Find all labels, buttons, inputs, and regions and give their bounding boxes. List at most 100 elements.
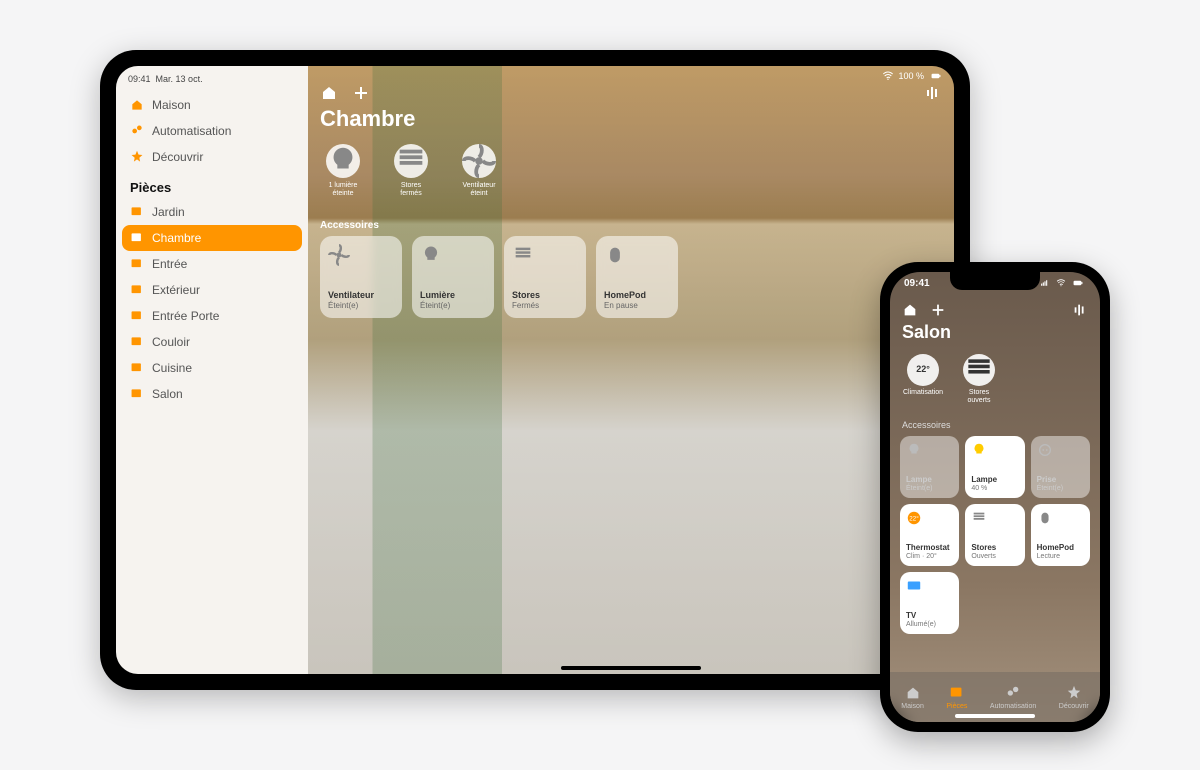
accessory-tile-lumière[interactable]: Lumière Éteint(e) [412, 236, 494, 318]
blinds-icon [512, 244, 534, 266]
home-indicator[interactable] [561, 666, 701, 670]
star-icon [130, 150, 144, 164]
sidebar-nav-maison[interactable]: Maison [116, 92, 308, 118]
sidebar-nav-label: Automatisation [152, 124, 231, 138]
sidebar-nav-automatisation[interactable]: Automatisation [116, 118, 308, 144]
accessory-tile-stores[interactable]: Stores Fermés [504, 236, 586, 318]
bulb-icon [326, 144, 360, 178]
tile-status: Fermés [512, 301, 578, 310]
tile-status: Clim · 20° [906, 553, 953, 560]
sidebar-room-entrée[interactable]: Entrée [116, 251, 308, 277]
home-icon[interactable] [902, 302, 918, 318]
add-icon[interactable] [930, 302, 946, 318]
scene-button[interactable]: Ventilateur éteint [456, 144, 502, 197]
sidebar-room-entrée porte[interactable]: Entrée Porte [116, 303, 308, 329]
tab-pièces[interactable]: Pièces [946, 685, 967, 710]
tile-label: Prise [1037, 476, 1084, 485]
accessory-tile-prise[interactable]: Prise Éteint(e) [1031, 436, 1090, 498]
iphone-time: 09:41 [904, 278, 930, 289]
sidebar-room-label: Extérieur [152, 283, 200, 297]
tile-status: Allumé(e) [906, 621, 953, 628]
sidebar-room-chambre[interactable]: Chambre [122, 225, 302, 251]
battery-icon [928, 71, 944, 81]
tab-label: Pièces [946, 703, 967, 710]
tile-status: Éteint(e) [420, 301, 486, 310]
tab-automatisation[interactable]: Automatisation [990, 685, 1036, 710]
sidebar-room-extérieur[interactable]: Extérieur [116, 277, 308, 303]
tile-label: TV [906, 612, 953, 621]
ipad-toolbar-right [924, 84, 942, 102]
broadcast-icon[interactable] [924, 84, 942, 102]
blinds-icon [971, 510, 987, 526]
iphone-notch [950, 272, 1040, 290]
scene-line1: Ventilateur [462, 182, 495, 190]
ipad-battery-text: 100 % [898, 71, 924, 81]
ipad-status-right: 100 % [882, 70, 944, 82]
sidebar-room-label: Salon [152, 387, 183, 401]
tile-status: Éteint(e) [906, 485, 953, 492]
home-indicator[interactable] [955, 714, 1035, 718]
room-icon [130, 231, 144, 245]
fan-icon [462, 144, 496, 178]
ipad-time: 09:41 [128, 74, 151, 84]
scene-button[interactable]: 22° Climatisation [902, 354, 944, 404]
bulb-icon [906, 442, 922, 458]
scene-line2: fermés [400, 190, 421, 198]
outlet-icon [1037, 442, 1053, 458]
sidebar-nav-découvrir[interactable]: Découvrir [116, 144, 308, 170]
sidebar-room-jardin[interactable]: Jardin [116, 199, 308, 225]
sidebar-room-couloir[interactable]: Couloir [116, 329, 308, 355]
home-icon[interactable] [320, 84, 338, 102]
bulb-icon [420, 244, 442, 266]
room-icon [130, 257, 144, 271]
scene-line1: Stores [969, 389, 989, 397]
scene-line2: éteinte [332, 190, 353, 198]
add-icon[interactable] [352, 84, 370, 102]
accessory-tile-tv[interactable]: TV Allumé(e) [900, 572, 959, 634]
homepod-icon [604, 244, 626, 266]
ipad-room-view: 100 % Chambre 1 lumière éteinte Stores f… [308, 66, 954, 674]
accessory-tile-thermostat[interactable]: Thermostat Clim · 20° [900, 504, 959, 566]
ipad-toolbar-left [320, 84, 370, 102]
tile-label: Ventilateur [328, 291, 394, 301]
scene-button[interactable]: 1 lumière éteinte [320, 144, 366, 197]
fan-icon [328, 244, 350, 266]
wifi-icon [882, 70, 894, 82]
scene-button[interactable]: Stores fermés [388, 144, 434, 197]
tile-status: 40 % [971, 485, 1018, 492]
tile-status: Éteint(e) [328, 301, 394, 310]
accessory-tile-stores[interactable]: Stores Ouverts [965, 504, 1024, 566]
iphone-room-title: Salon [902, 322, 951, 343]
accessory-tile-ventilateur[interactable]: Ventilateur Éteint(e) [320, 236, 402, 318]
accessory-tile-lampe[interactable]: Lampe 40 % [965, 436, 1024, 498]
tile-label: Lampe [971, 476, 1018, 485]
room-icon [130, 283, 144, 297]
sidebar-room-salon[interactable]: Salon [116, 381, 308, 407]
tile-status: Ouverts [971, 553, 1018, 560]
accessory-tile-lampe[interactable]: Lampe Éteint(e) [900, 436, 959, 498]
accessories-header: Accessoires [320, 220, 379, 231]
iphone-toolbar [902, 302, 1088, 318]
tab-label: Automatisation [990, 703, 1036, 710]
sidebar-room-label: Cuisine [152, 361, 192, 375]
ipad-sidebar: 09:41 Mar. 13 oct. Maison Automatisation… [116, 66, 308, 674]
tv-icon [906, 578, 922, 594]
ipad-status-bar: 09:41 Mar. 13 oct. [116, 72, 308, 92]
broadcast-icon[interactable] [1072, 302, 1088, 318]
iphone-screen: 09:41 Salon 22° Climatisation Stores ouv… [890, 272, 1100, 722]
scene-line1: Stores [401, 182, 421, 190]
scene-button[interactable]: Stores ouverts [958, 354, 1000, 404]
house-icon [130, 98, 144, 112]
tab-découvrir[interactable]: Découvrir [1059, 685, 1089, 710]
scene-line1: Climatisation [903, 389, 943, 397]
tab-maison[interactable]: Maison [901, 685, 924, 710]
sidebar-room-label: Jardin [152, 205, 185, 219]
room-icon [130, 309, 144, 323]
room-icon [130, 361, 144, 375]
automation-icon [130, 124, 144, 138]
accessory-tile-homepod[interactable]: HomePod En pause [596, 236, 678, 318]
accessory-tile-homepod[interactable]: HomePod Lecture [1031, 504, 1090, 566]
room-icon [130, 387, 144, 401]
sidebar-room-label: Couloir [152, 335, 190, 349]
sidebar-room-cuisine[interactable]: Cuisine [116, 355, 308, 381]
